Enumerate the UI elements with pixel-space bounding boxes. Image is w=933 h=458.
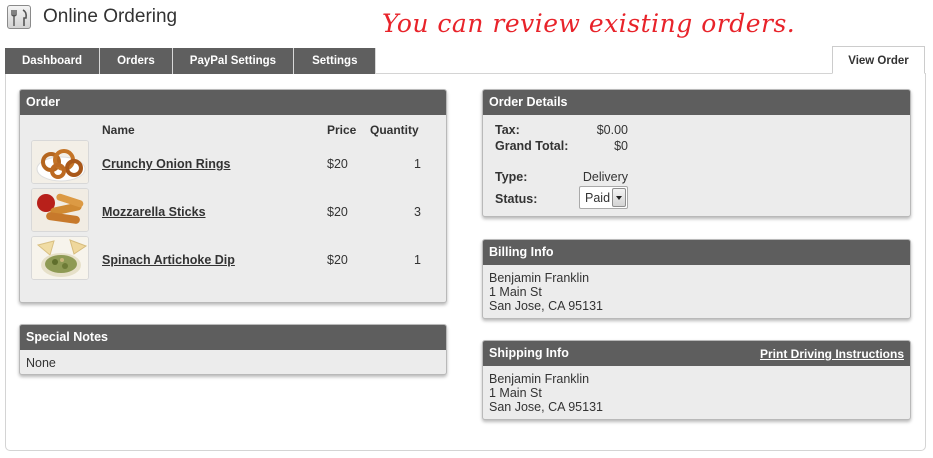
order-type-value: Delivery — [582, 170, 628, 184]
print-driving-instructions-link[interactable]: Print Driving Instructions — [760, 347, 904, 361]
tab-paypal-settings[interactable]: PayPal Settings — [172, 48, 295, 74]
order-item-row: Spinach Artichoke Dip $20 1 — [20, 236, 446, 284]
mozzarella-sticks-photo — [31, 188, 89, 232]
item-price: $20 — [327, 253, 348, 267]
price-column-header: Price — [327, 123, 357, 137]
item-name-link[interactable]: Spinach Artichoke Dip — [102, 253, 235, 267]
tab-dashboard[interactable]: Dashboard — [5, 48, 101, 74]
item-quantity: 1 — [414, 253, 421, 267]
order-panel-title: Order — [20, 90, 446, 115]
spinach-dip-photo — [31, 236, 89, 280]
billing-info-panel: Billing Info Benjamin Franklin 1 Main St… — [482, 239, 911, 319]
billing-name: Benjamin Franklin — [489, 271, 590, 285]
billing-city: San Jose, CA 95131 — [489, 299, 603, 313]
annotation-text: You can review existing orders. — [382, 9, 796, 38]
tab-view-order[interactable]: View Order — [832, 46, 925, 74]
chevron-down-icon[interactable] — [612, 188, 626, 207]
tab-orders[interactable]: Orders — [100, 48, 173, 74]
order-item-row: Crunchy Onion Rings $20 1 — [20, 140, 446, 188]
status-label: Status: — [495, 192, 538, 206]
billing-info-title: Billing Info — [483, 240, 910, 265]
shipping-street: 1 Main St — [489, 386, 542, 400]
item-price: $20 — [327, 157, 348, 171]
item-quantity: 3 — [414, 205, 421, 219]
order-details-title: Order Details — [483, 90, 910, 115]
quantity-column-header: Quantity — [370, 123, 419, 137]
shipping-city: San Jose, CA 95131 — [489, 400, 603, 414]
special-notes-title: Special Notes — [20, 325, 446, 350]
special-notes-text: None — [26, 356, 56, 370]
onion-rings-photo — [31, 140, 89, 184]
shipping-name: Benjamin Franklin — [489, 372, 590, 386]
item-price: $20 — [327, 205, 348, 219]
status-selected-value: Paid — [585, 191, 611, 205]
tax-value: $0.00 — [596, 123, 628, 137]
tax-label: Tax: — [495, 123, 520, 137]
billing-address: Benjamin Franklin 1 Main St San Jose, CA… — [483, 265, 910, 319]
tab-settings[interactable]: Settings — [294, 48, 377, 74]
app-logo-icon — [7, 5, 31, 29]
grand-total-value: $0 — [614, 139, 628, 153]
special-notes-panel: Special Notes None — [19, 324, 447, 375]
billing-street: 1 Main St — [489, 285, 542, 299]
item-name-link[interactable]: Mozzarella Sticks — [102, 205, 206, 219]
grand-total-label: Grand Total: — [495, 139, 569, 153]
tab-bar: Dashboard Orders PayPal Settings Setting… — [5, 48, 377, 74]
name-column-header: Name — [102, 123, 135, 137]
order-type-label: Type: — [495, 170, 528, 184]
shipping-info-panel: Shipping Info Print Driving Instructions… — [482, 340, 911, 420]
status-select[interactable]: Paid — [579, 186, 628, 209]
order-details-panel: Order Details Tax: $0.00 Grand Total: $0… — [482, 89, 911, 217]
order-panel: Order Name Price Quantity Crunchy Onion … — [19, 89, 447, 303]
order-item-row: Mozzarella Sticks $20 3 — [20, 188, 446, 236]
app-title: Online Ordering — [43, 6, 178, 27]
item-name-link[interactable]: Crunchy Onion Rings — [102, 157, 230, 171]
shipping-address: Benjamin Franklin 1 Main St San Jose, CA… — [483, 366, 910, 420]
item-quantity: 1 — [414, 157, 421, 171]
